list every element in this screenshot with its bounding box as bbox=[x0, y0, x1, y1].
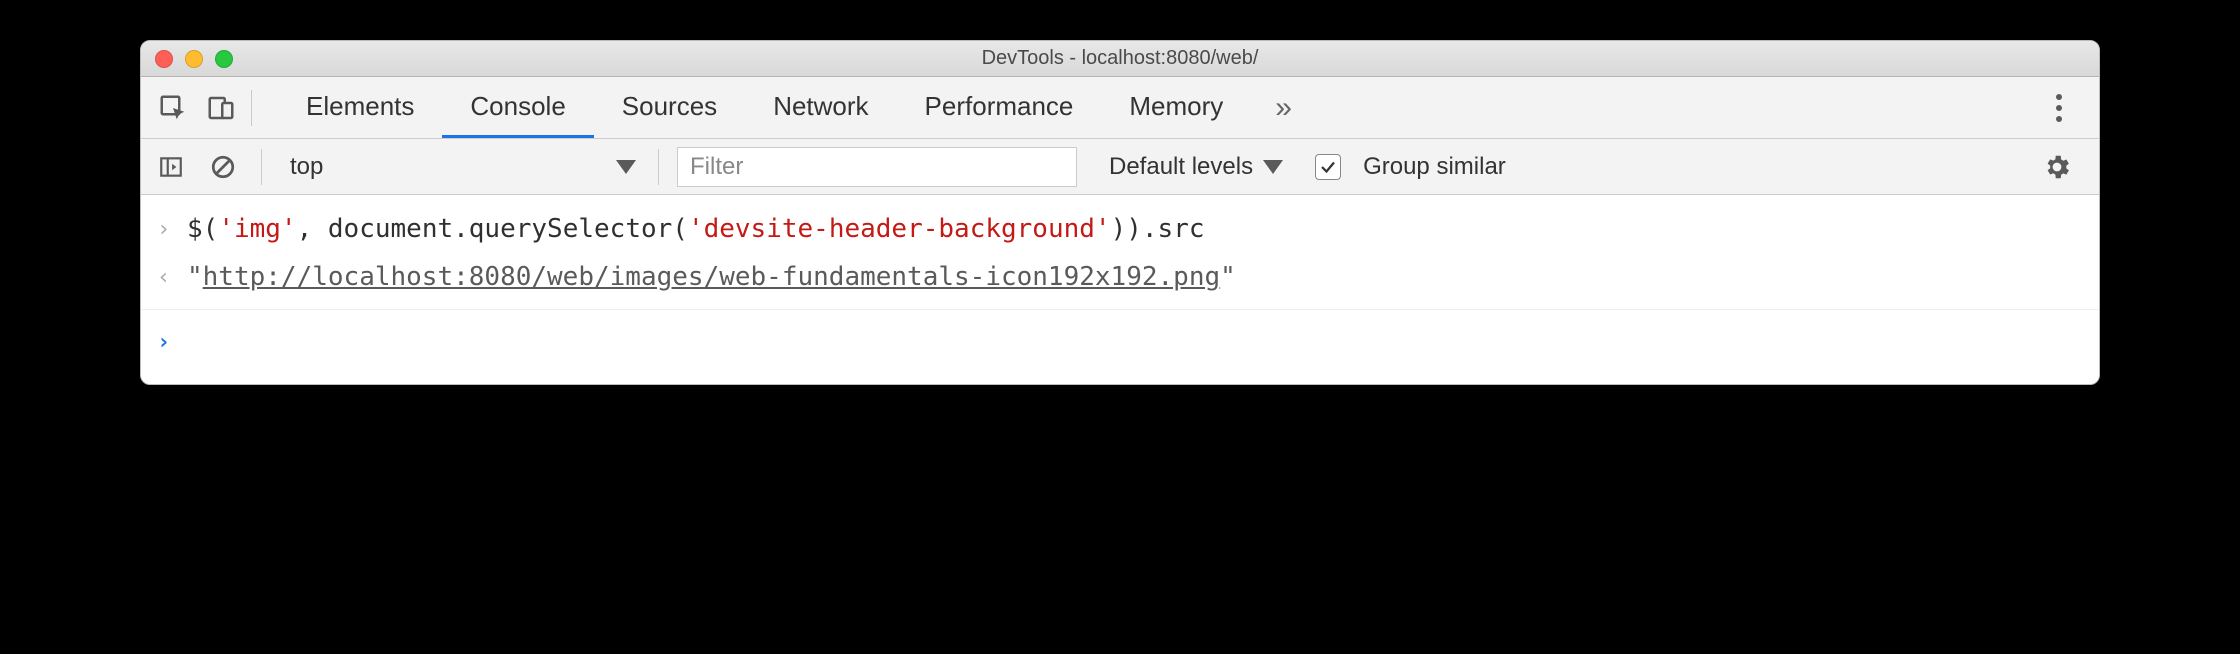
console-input-code[interactable]: $('img', document.querySelector('devsite… bbox=[187, 207, 1205, 251]
separator bbox=[658, 149, 659, 185]
console-output-value[interactable]: "http://localhost:8080/web/images/web-fu… bbox=[187, 255, 1236, 299]
tab-elements[interactable]: Elements bbox=[278, 77, 442, 138]
execution-context-select[interactable]: top bbox=[280, 153, 640, 181]
separator bbox=[141, 309, 2099, 310]
chevron-down-icon bbox=[1263, 160, 1283, 174]
inspect-element-icon[interactable] bbox=[149, 84, 197, 132]
clear-console-icon[interactable] bbox=[203, 143, 243, 191]
devtools-tabs-row: Elements Console Sources Network Perform… bbox=[141, 77, 2099, 139]
log-levels-select[interactable]: Default levels bbox=[1089, 153, 1283, 181]
console-output-line: ‹ "http://localhost:8080/web/images/web-… bbox=[141, 253, 2099, 301]
context-label: top bbox=[290, 153, 323, 181]
tab-network[interactable]: Network bbox=[745, 77, 896, 138]
tab-performance[interactable]: Performance bbox=[897, 77, 1102, 138]
separator bbox=[261, 149, 262, 185]
devtools-window: DevTools - localhost:8080/web/ Elements … bbox=[140, 40, 2100, 385]
prompt-icon: › bbox=[157, 207, 187, 248]
panel-tabs: Elements Console Sources Network Perform… bbox=[278, 77, 2035, 138]
titlebar: DevTools - localhost:8080/web/ bbox=[141, 41, 2099, 77]
console-toolbar: top Default levels Group similar bbox=[141, 139, 2099, 195]
separator bbox=[251, 90, 252, 126]
console-filter-input[interactable] bbox=[677, 147, 1077, 187]
toggle-sidebar-icon[interactable] bbox=[151, 143, 191, 191]
console-settings-icon[interactable] bbox=[2033, 143, 2081, 191]
return-icon: ‹ bbox=[157, 255, 187, 296]
tab-memory[interactable]: Memory bbox=[1101, 77, 1251, 138]
window-title: DevTools - localhost:8080/web/ bbox=[141, 47, 2099, 70]
chevron-down-icon bbox=[616, 160, 636, 174]
console-input-line: › $('img', document.querySelector('devsi… bbox=[141, 205, 2099, 253]
tab-sources[interactable]: Sources bbox=[594, 77, 745, 138]
group-similar-label: Group similar bbox=[1363, 153, 1506, 181]
devtools-menu-button[interactable] bbox=[2035, 94, 2083, 122]
device-toolbar-icon[interactable] bbox=[197, 84, 245, 132]
console-prompt-line[interactable]: › bbox=[141, 318, 2099, 363]
console-output: › $('img', document.querySelector('devsi… bbox=[141, 195, 2099, 384]
tab-console[interactable]: Console bbox=[442, 77, 593, 138]
levels-label: Default levels bbox=[1109, 153, 1253, 181]
group-similar-checkbox[interactable] bbox=[1315, 154, 1341, 180]
more-tabs-button[interactable]: » bbox=[1251, 77, 1316, 138]
prompt-icon: › bbox=[157, 320, 187, 361]
